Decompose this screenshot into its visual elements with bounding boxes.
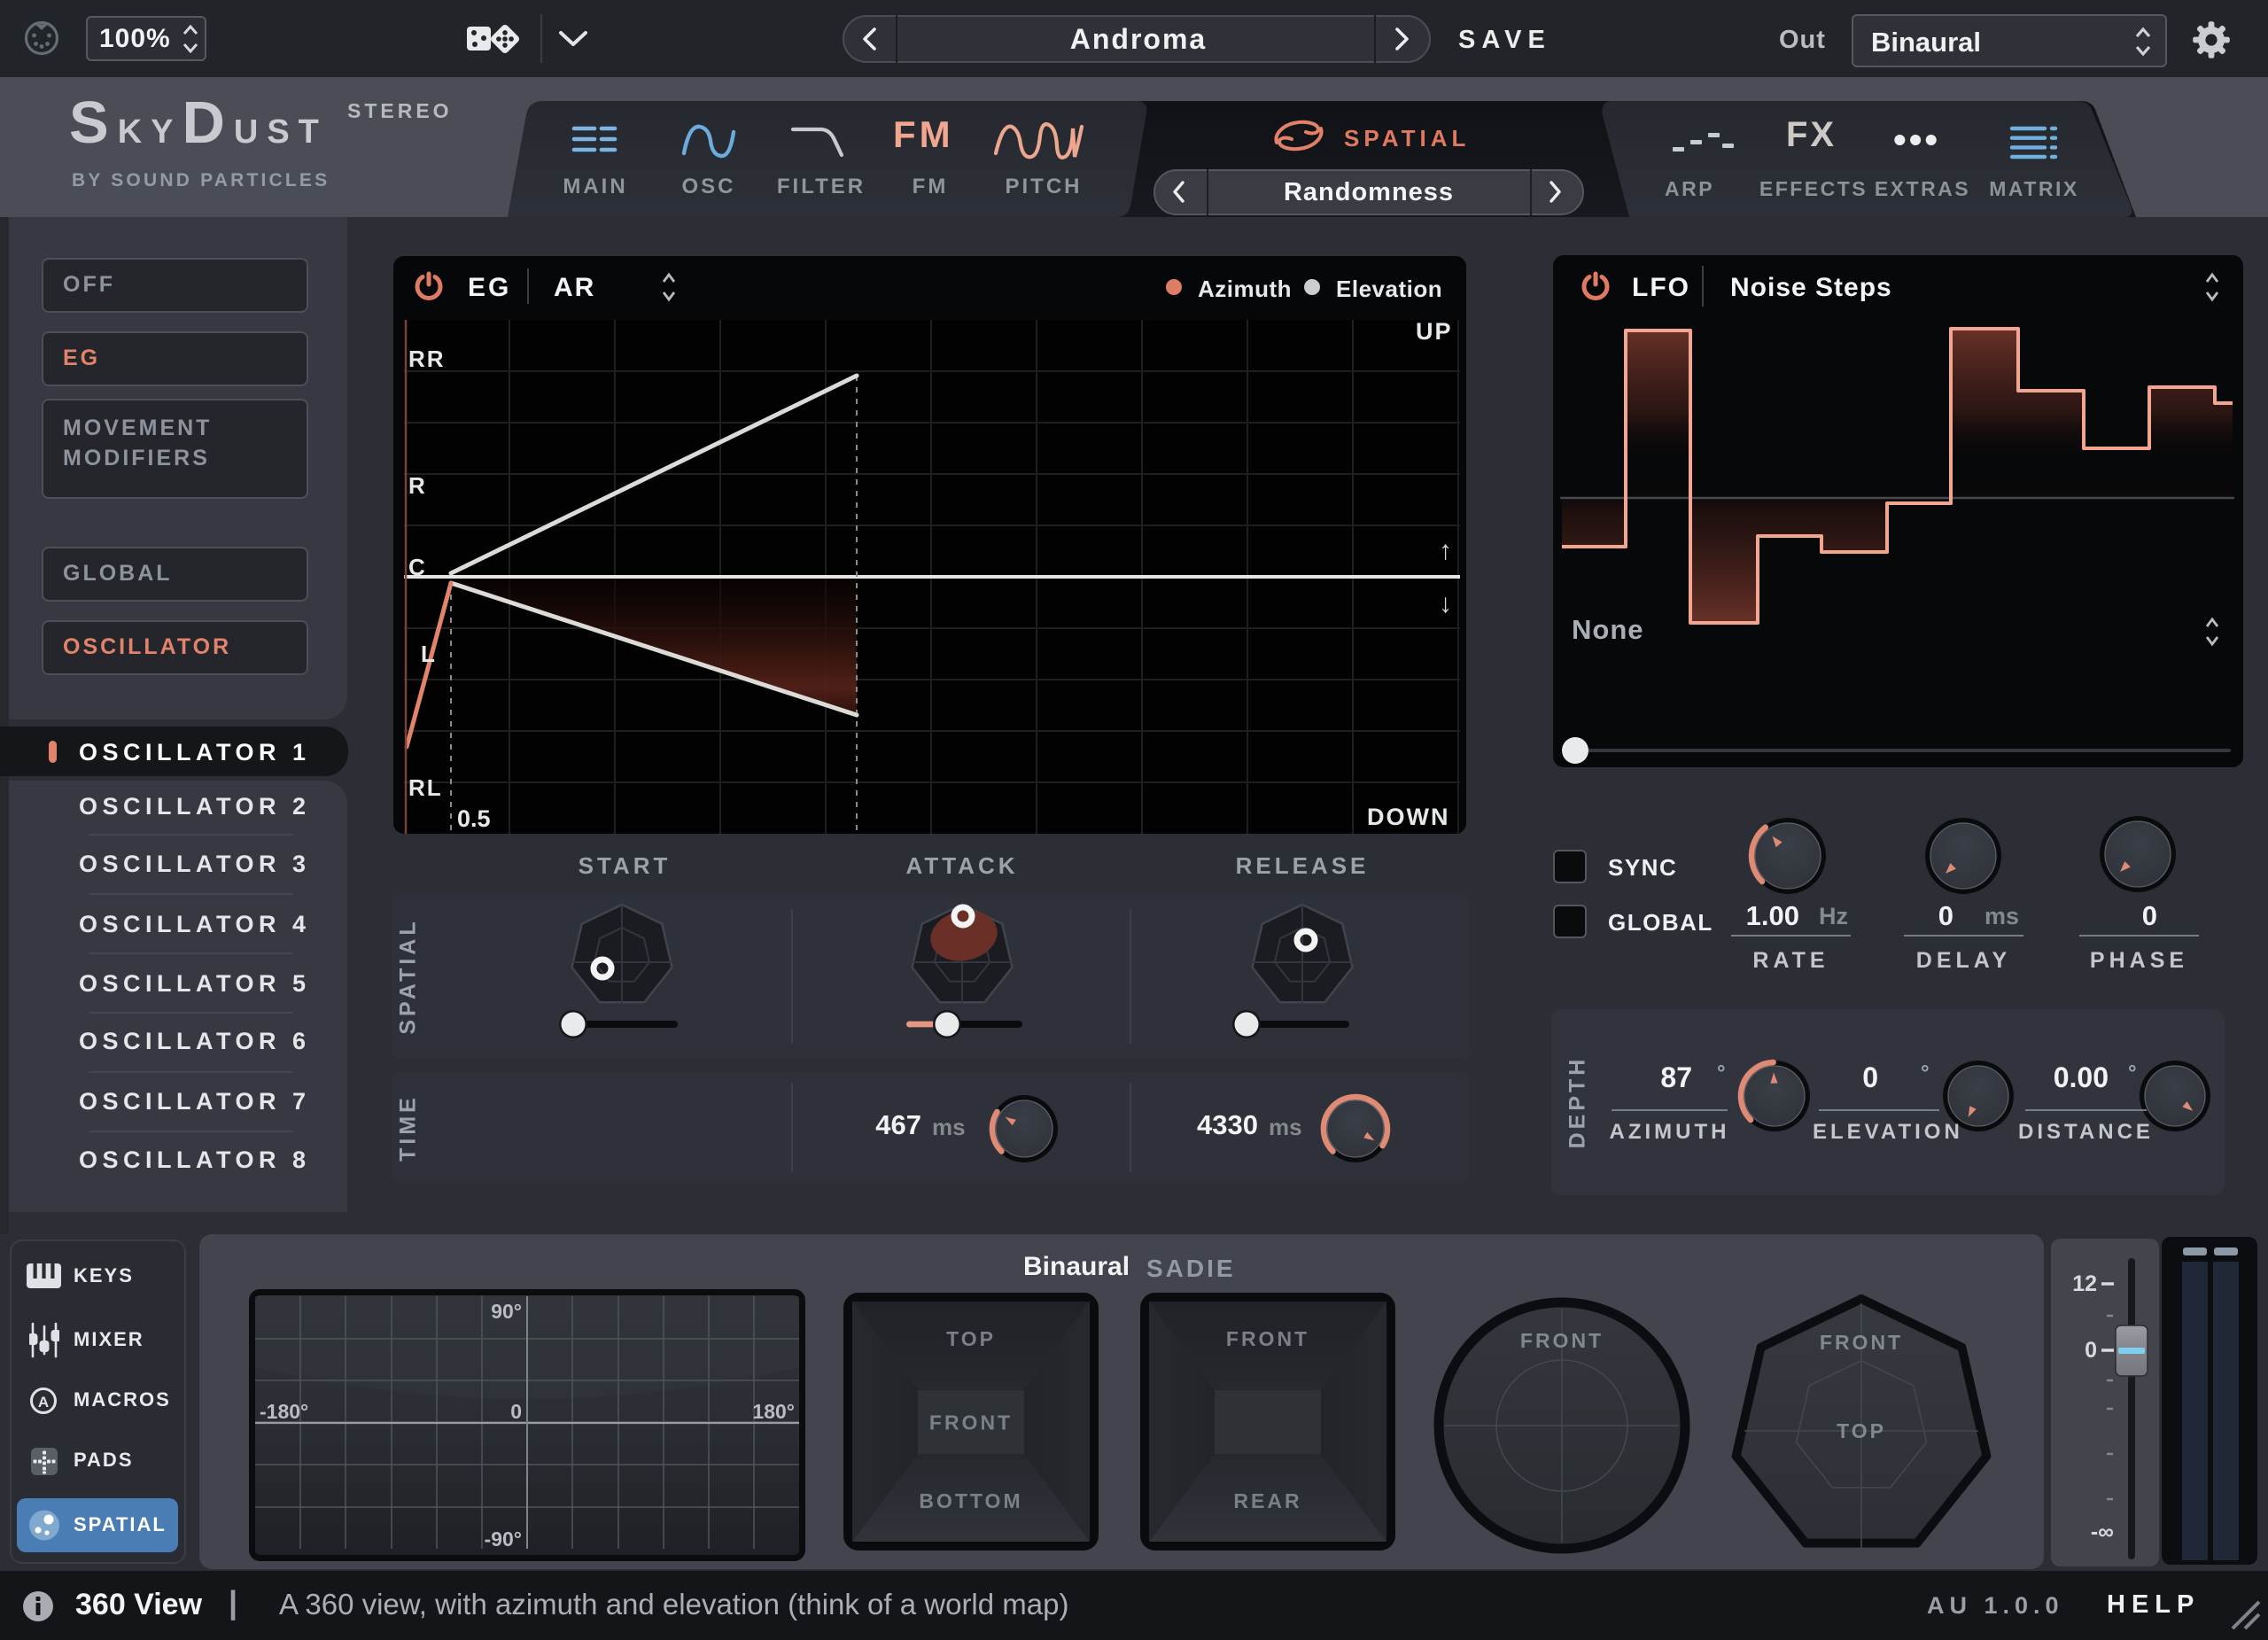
svg-text:↑: ↑ — [1439, 536, 1452, 565]
svg-text:0.5: 0.5 — [457, 805, 491, 832]
svg-text:FRONT: FRONT — [1520, 1329, 1604, 1352]
svg-text:RR: RR — [408, 346, 446, 372]
svg-text:A: A — [38, 1394, 49, 1411]
svg-text:R: R — [408, 472, 427, 499]
svg-text:UP: UP — [1416, 320, 1453, 345]
svg-text:TOP: TOP — [1837, 1419, 1886, 1442]
svg-text:FRONT: FRONT — [1226, 1327, 1309, 1350]
svg-text:12: 12 — [2072, 1271, 2097, 1296]
svg-text:0: 0 — [2085, 1338, 2097, 1363]
svg-text:0: 0 — [510, 1400, 522, 1423]
svg-text:REAR: REAR — [1233, 1489, 1301, 1512]
svg-text:FRONT: FRONT — [1820, 1331, 1903, 1354]
svg-text:L: L — [421, 641, 437, 667]
svg-text:FRONT: FRONT — [929, 1411, 1013, 1434]
svg-text:C: C — [408, 554, 427, 580]
svg-text:DOWN: DOWN — [1367, 804, 1449, 830]
svg-text:↓: ↓ — [1439, 589, 1452, 618]
svg-text:BOTTOM: BOTTOM — [919, 1489, 1022, 1512]
svg-text:180°: 180° — [752, 1400, 795, 1423]
svg-text:RL: RL — [408, 774, 443, 801]
svg-text:-180°: -180° — [260, 1400, 308, 1423]
svg-text:90°: 90° — [491, 1300, 522, 1323]
svg-text:TOP: TOP — [946, 1327, 996, 1350]
svg-text:-90°: -90° — [485, 1527, 522, 1551]
svg-text:-∞: -∞ — [2091, 1520, 2114, 1544]
